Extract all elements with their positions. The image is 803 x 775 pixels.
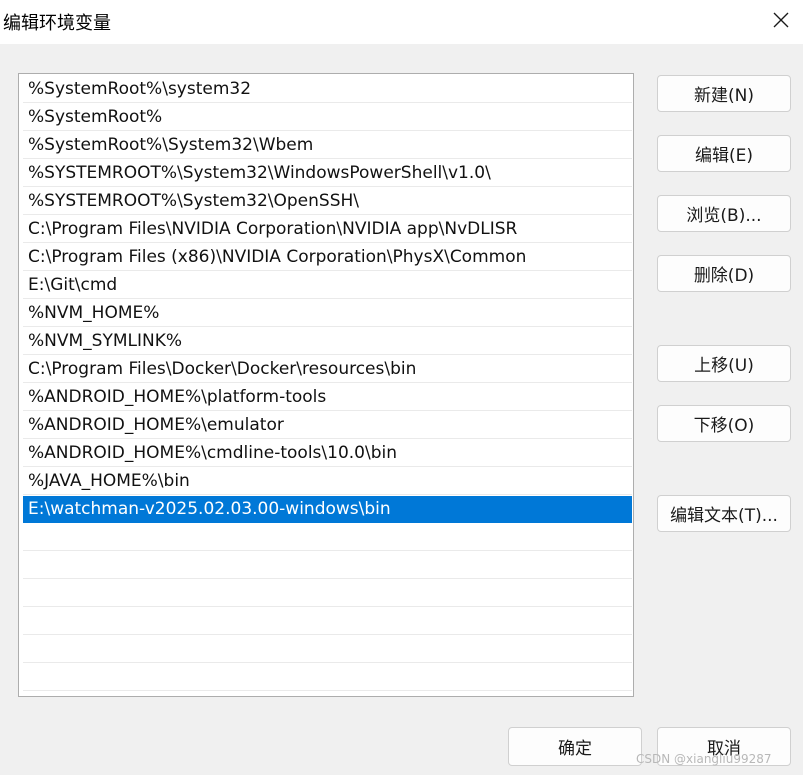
- list-item-text: %NVM_SYMLINK%: [28, 331, 183, 351]
- list-item-text: C:\Program Files\Docker\Docker\resources…: [28, 359, 417, 379]
- list-item[interactable]: %NVM_HOME%: [23, 300, 632, 327]
- list-item-text: %ANDROID_HOME%\cmdline-tools\10.0\bin: [28, 443, 397, 463]
- list-item-text: %ANDROID_HOME%\platform-tools: [28, 387, 327, 407]
- list-item-text: E:\Git\cmd: [28, 275, 118, 295]
- new-button[interactable]: 新建(N): [657, 75, 791, 112]
- dialog-title: 编辑环境变量: [3, 13, 111, 34]
- edit-text-button[interactable]: 编辑文本(T)...: [657, 495, 791, 532]
- list-item[interactable]: %ANDROID_HOME%\emulator: [23, 412, 632, 439]
- list-item-text: %SYSTEMROOT%\System32\WindowsPowerShell\…: [28, 163, 491, 183]
- list-item-text: %NVM_HOME%: [28, 303, 160, 323]
- empty-list-row[interactable]: [23, 664, 632, 691]
- list-item-text: C:\Program Files\NVIDIA Corporation\NVID…: [28, 219, 518, 239]
- list-item-text: %SystemRoot%: [28, 107, 163, 127]
- list-item-text: %SystemRoot%\System32\Wbem: [28, 135, 314, 155]
- browse-button[interactable]: 浏览(B)...: [657, 195, 791, 232]
- list-item-text: %JAVA_HOME%\bin: [28, 471, 190, 491]
- delete-button[interactable]: 删除(D): [657, 255, 791, 292]
- ok-button[interactable]: 确定: [508, 727, 642, 766]
- empty-list-row[interactable]: [23, 636, 632, 663]
- list-item[interactable]: C:\Program Files\NVIDIA Corporation\NVID…: [23, 216, 632, 243]
- list-item-selected[interactable]: E:\watchman-v2025.02.03.00-windows\bin: [23, 496, 632, 523]
- list-item[interactable]: %SystemRoot%\System32\Wbem: [23, 132, 632, 159]
- empty-list-row[interactable]: [23, 608, 632, 635]
- list-item-text: %SystemRoot%\system32: [28, 79, 252, 99]
- watermark-text: CSDN @xiangliu99287: [636, 752, 772, 766]
- path-list[interactable]: %SystemRoot%\system32 %SystemRoot% %Syst…: [18, 73, 634, 697]
- list-item-text: E:\watchman-v2025.02.03.00-windows\bin: [28, 499, 391, 519]
- close-button[interactable]: [759, 0, 803, 40]
- empty-list-row[interactable]: [23, 524, 632, 551]
- list-item[interactable]: E:\Git\cmd: [23, 272, 632, 299]
- list-item[interactable]: %ANDROID_HOME%\cmdline-tools\10.0\bin: [23, 440, 632, 467]
- list-item[interactable]: C:\Program Files (x86)\NVIDIA Corporatio…: [23, 244, 632, 271]
- empty-list-row[interactable]: [23, 552, 632, 579]
- list-item[interactable]: %SYSTEMROOT%\System32\OpenSSH\: [23, 188, 632, 215]
- move-up-button[interactable]: 上移(U): [657, 345, 791, 382]
- list-item[interactable]: %SYSTEMROOT%\System32\WindowsPowerShell\…: [23, 160, 632, 187]
- list-item-text: %ANDROID_HOME%\emulator: [28, 415, 284, 435]
- list-item[interactable]: %ANDROID_HOME%\platform-tools: [23, 384, 632, 411]
- list-item[interactable]: C:\Program Files\Docker\Docker\resources…: [23, 356, 632, 383]
- close-icon: [773, 12, 789, 28]
- edit-env-variable-dialog: 编辑环境变量 %SystemRoot%\system32 %SystemRoot…: [0, 0, 803, 775]
- list-item[interactable]: %JAVA_HOME%\bin: [23, 468, 632, 495]
- title-bar: 编辑环境变量: [0, 0, 803, 44]
- move-down-button[interactable]: 下移(O): [657, 405, 791, 442]
- list-item-text: C:\Program Files (x86)\NVIDIA Corporatio…: [28, 247, 527, 267]
- list-item[interactable]: %SystemRoot%: [23, 104, 632, 131]
- empty-list-row[interactable]: [23, 580, 632, 607]
- list-item[interactable]: %SystemRoot%\system32: [23, 76, 632, 103]
- list-item-text: %SYSTEMROOT%\System32\OpenSSH\: [28, 191, 360, 211]
- edit-button[interactable]: 编辑(E): [657, 135, 791, 172]
- list-item[interactable]: %NVM_SYMLINK%: [23, 328, 632, 355]
